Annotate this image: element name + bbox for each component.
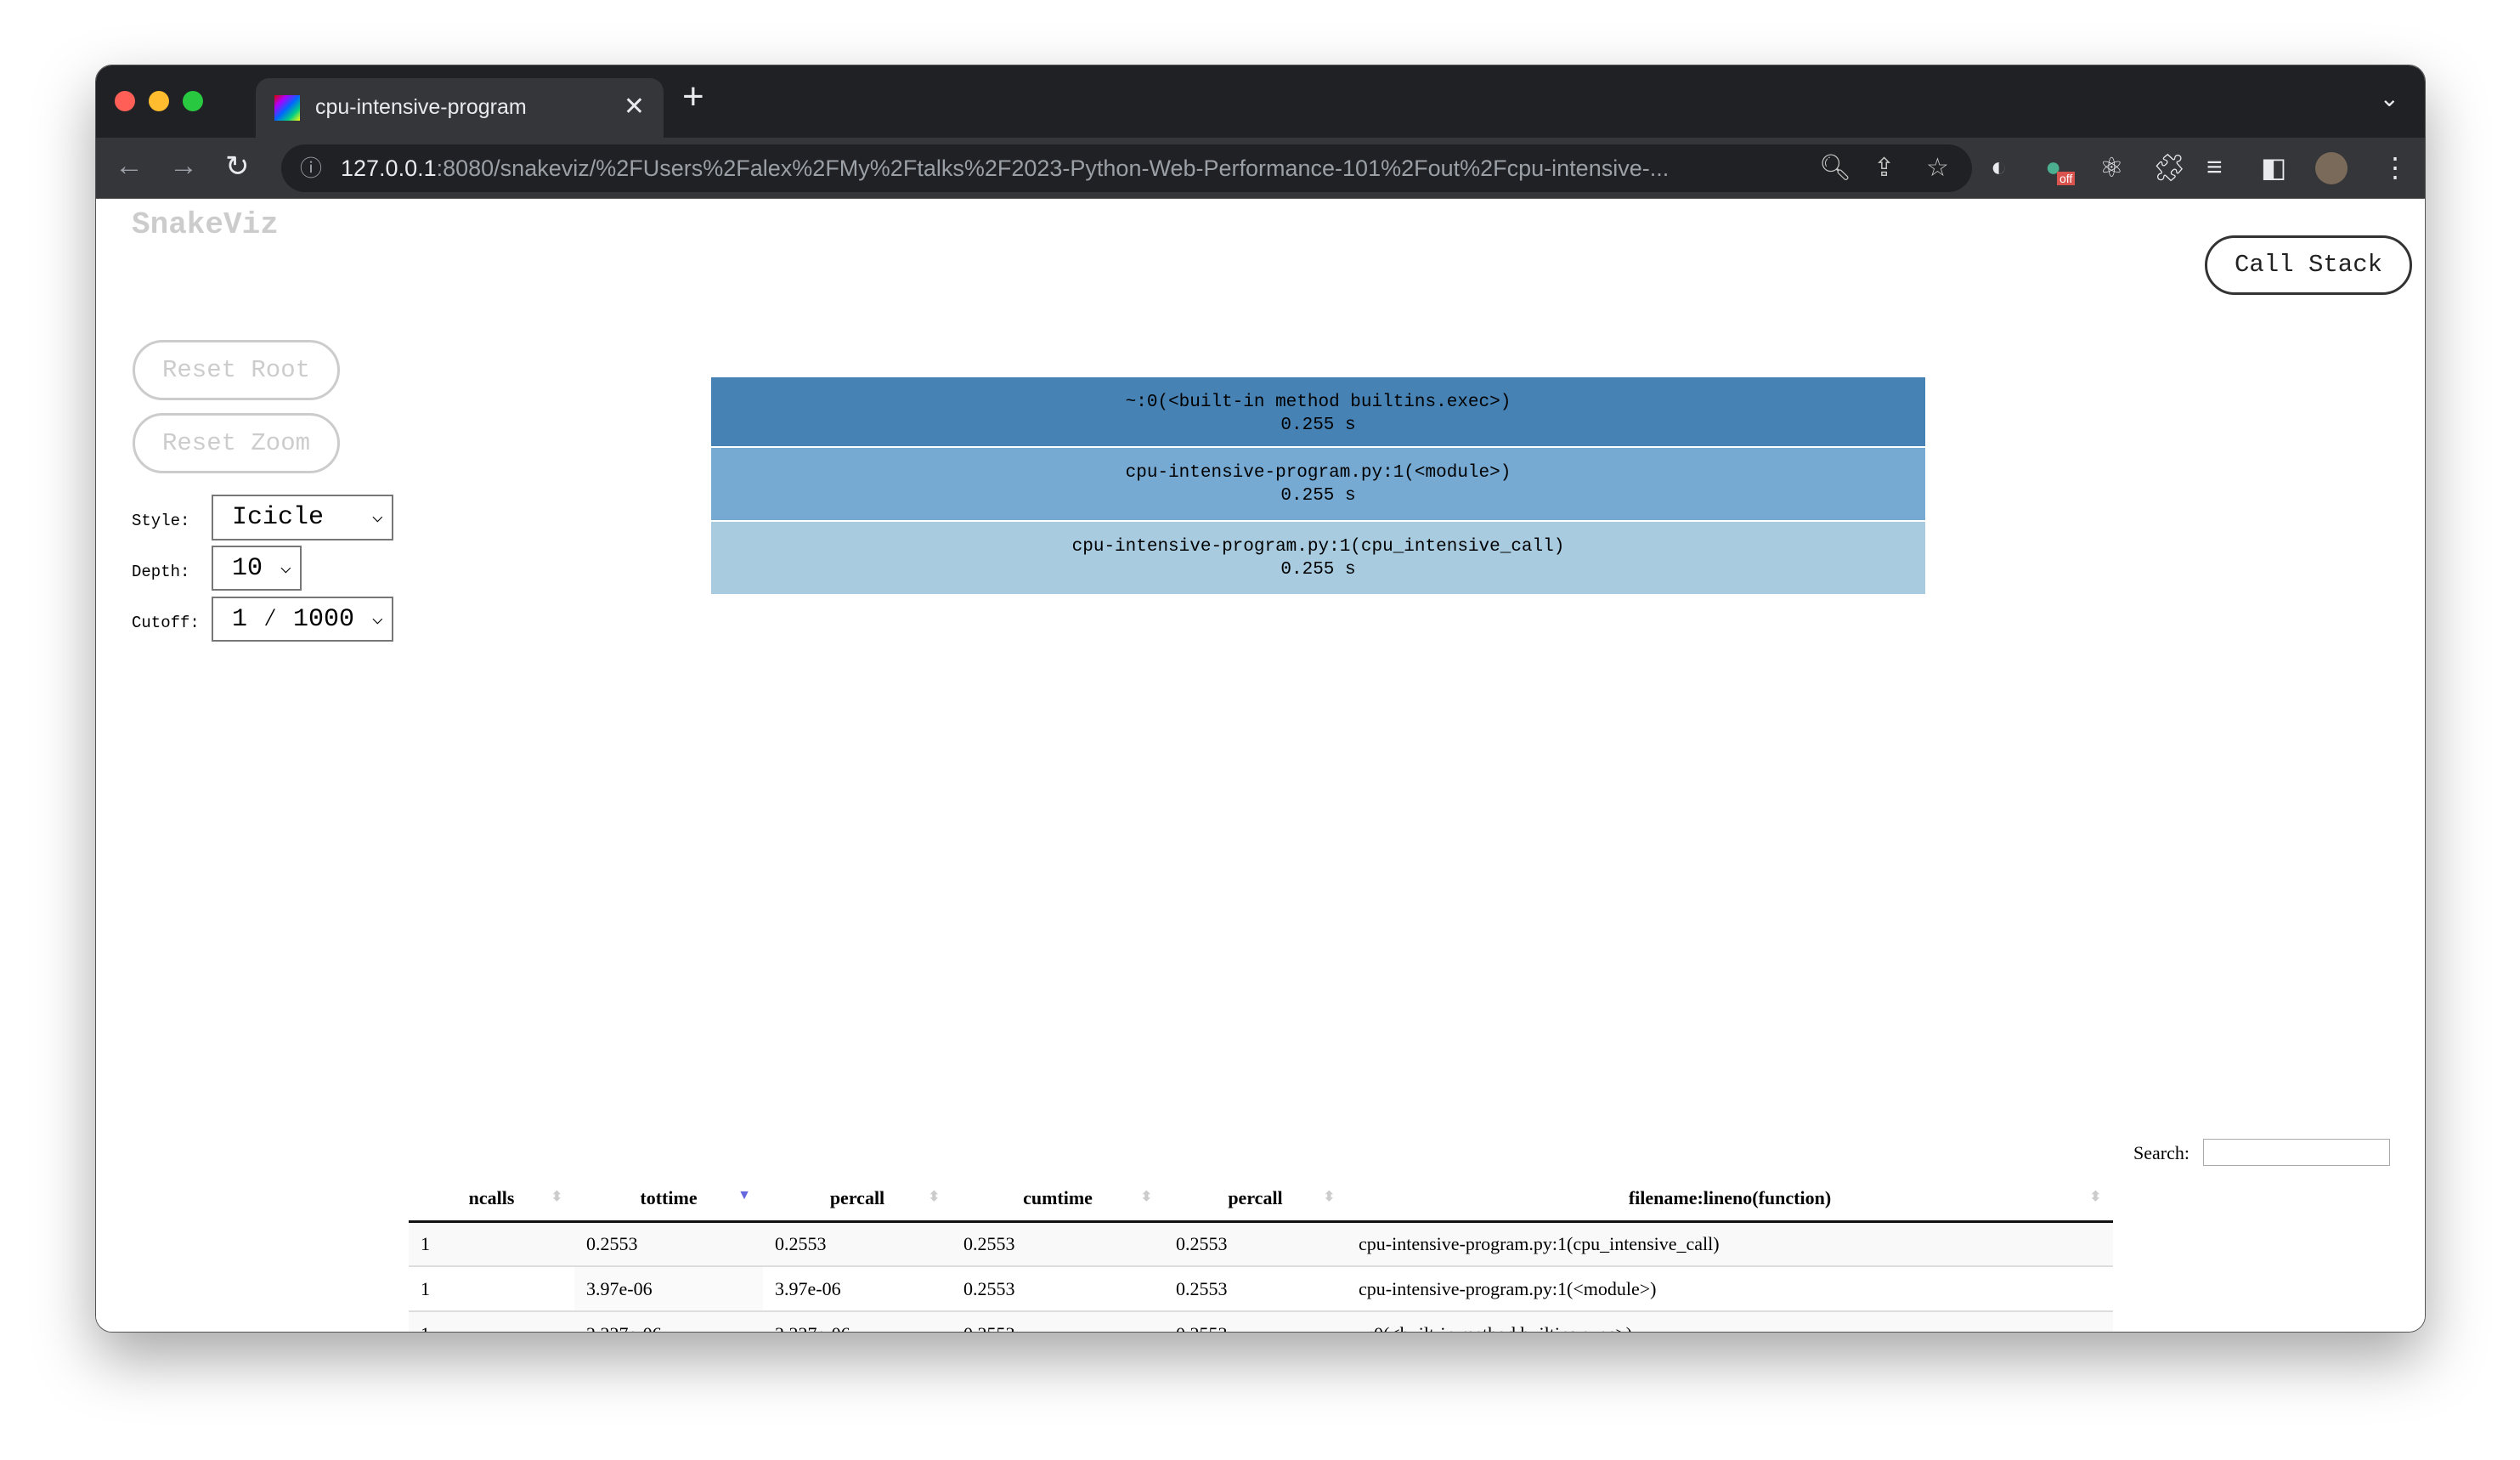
url-path: :8080/snakeviz/%2FUsers%2Falex%2FMy%2Fta… bbox=[436, 156, 1670, 181]
depth-select[interactable]: 10 ⌵ bbox=[212, 546, 302, 591]
side-panel-icon[interactable]: ◧ bbox=[2261, 151, 2286, 184]
sort-icon: ⬍ bbox=[2089, 1190, 2101, 1204]
cutoff-label: Cutoff: bbox=[132, 614, 200, 632]
tab-search-chevron-icon[interactable]: ⌄ bbox=[2380, 84, 2399, 112]
icicle-block-time: 0.255 s bbox=[1280, 560, 1356, 580]
minimize-window-button[interactable] bbox=[149, 91, 169, 111]
header-label: ncalls bbox=[468, 1186, 515, 1208]
close-window-button[interactable] bbox=[115, 91, 135, 111]
table-cell: cpu-intensive-program.py:1(cpu_intensive… bbox=[1347, 1221, 2113, 1267]
stats-table: ncalls ⬍ tottime ▼ percall ⬍ cumtime ⬍ percall ⬍ f… bbox=[409, 1176, 2113, 1332]
icicle-block-time: 0.255 s bbox=[1280, 486, 1356, 506]
new-tab-icon[interactable]: + bbox=[682, 76, 704, 118]
table-cell: ~:0(<built-in method builtins.exec>) bbox=[1347, 1311, 2113, 1332]
header-label: percall bbox=[1228, 1186, 1283, 1208]
table-cell: cpu-intensive-program.py:1(<module>) bbox=[1347, 1266, 2113, 1312]
search-input[interactable] bbox=[2203, 1139, 2390, 1166]
header-label: cumtime bbox=[1023, 1186, 1093, 1208]
bookmark-star-icon[interactable]: ☆ bbox=[1926, 144, 1949, 192]
table-cell: 1 bbox=[409, 1311, 574, 1332]
share-icon[interactable]: ⇪ bbox=[1873, 144, 1896, 192]
extension-icon[interactable]: ◐ bbox=[1991, 151, 2007, 183]
column-header-percall[interactable]: percall ⬍ bbox=[1164, 1176, 1347, 1223]
column-header-tottime[interactable]: tottime ▼ bbox=[574, 1176, 763, 1223]
header-label: percall bbox=[829, 1186, 885, 1208]
table-cell: 0.2553 bbox=[1164, 1266, 1347, 1312]
zoom-icon[interactable]: 🔍︎ bbox=[1819, 144, 1852, 192]
sort-icon: ⬍ bbox=[1323, 1190, 1335, 1204]
icicle-block-time: 0.255 s bbox=[1280, 416, 1356, 435]
header-label: tottime bbox=[640, 1186, 698, 1208]
snakeviz-page: SnakeViz Reset Root Reset Zoom Style: Ic… bbox=[96, 199, 2425, 1332]
profile-avatar[interactable] bbox=[2315, 152, 2348, 184]
style-label: Style: bbox=[132, 512, 190, 530]
table-cell: 0.2553 bbox=[574, 1221, 763, 1267]
reading-list-icon[interactable]: ≡ bbox=[2206, 151, 2223, 183]
icicle-block-name: cpu-intensive-program.py:1(<module>) bbox=[1125, 463, 1511, 483]
sort-icon: ⬍ bbox=[551, 1190, 562, 1204]
table-cell: 1 bbox=[409, 1266, 574, 1312]
address-toolbar: ← → ↻ ⓘ 127.0.0.1:8080/snakeviz/%2FUsers… bbox=[96, 138, 2425, 199]
table-cell: 1 bbox=[409, 1221, 574, 1267]
forward-icon[interactable]: → bbox=[169, 150, 198, 183]
call-stack-button[interactable]: Call Stack bbox=[2205, 235, 2412, 295]
chevron-down-icon: ⌵ bbox=[280, 557, 291, 579]
reload-icon[interactable]: ↻ bbox=[225, 150, 250, 184]
extensions-puzzle-icon[interactable]: 🧩︎ bbox=[2152, 151, 2187, 184]
chevron-down-icon: ⌵ bbox=[371, 608, 383, 630]
icicle-block[interactable]: ~:0(<built-in method builtins.exec>) 0.25… bbox=[711, 377, 1925, 448]
reset-root-button[interactable]: Reset Root bbox=[133, 340, 340, 400]
depth-value: 10 bbox=[232, 554, 263, 583]
header-label: filename:lineno(function) bbox=[1628, 1186, 1832, 1208]
table-cell: 0.2553 bbox=[952, 1221, 1164, 1267]
table-cell: 0.2553 bbox=[1164, 1311, 1347, 1332]
reset-zoom-button[interactable]: Reset Zoom bbox=[133, 413, 340, 473]
menu-kebab-icon[interactable]: ⋮ bbox=[2382, 151, 2409, 184]
favicon-icon bbox=[274, 95, 300, 121]
cutoff-value: 1 ⁄ 1000 bbox=[232, 605, 355, 634]
icicle-block[interactable]: cpu-intensive-program.py:1(<module>) 0.25… bbox=[711, 448, 1925, 522]
chevron-down-icon: ⌵ bbox=[371, 506, 383, 528]
table-cell: 0.2553 bbox=[1164, 1221, 1347, 1267]
table-cell: 0.2553 bbox=[952, 1311, 1164, 1332]
table-row[interactable]: 1 0.2553 0.2553 0.2553 0.2553 cpu-intensive-p… bbox=[409, 1221, 2113, 1267]
table-cell: 2.227e-06 bbox=[763, 1311, 952, 1332]
table-row[interactable]: 1 3.97e-06 3.97e-06 0.2553 0.2553 cpu-intensi… bbox=[409, 1266, 2113, 1312]
icicle-block-name: ~:0(<built-in method builtins.exec>) bbox=[1125, 393, 1511, 412]
column-header-ncalls[interactable]: ncalls ⬍ bbox=[409, 1176, 574, 1223]
column-header-cumtime[interactable]: cumtime ⬍ bbox=[952, 1176, 1164, 1223]
column-header-percall[interactable]: percall ⬍ bbox=[763, 1176, 952, 1223]
url-bar[interactable]: ⓘ 127.0.0.1:8080/snakeviz/%2FUsers%2Fale… bbox=[281, 144, 1972, 192]
tab-bar: cpu-intensive-program ✕ + ⌄ bbox=[96, 65, 2425, 138]
column-header-filename-lineno-function-[interactable]: filename:lineno(function) ⬍ bbox=[1347, 1176, 2113, 1223]
close-tab-icon[interactable]: ✕ bbox=[624, 92, 645, 122]
icicle-block-name: cpu-intensive-program.py:1(cpu_intensive… bbox=[1071, 537, 1565, 557]
snakeviz-logo: SnakeViz bbox=[132, 207, 279, 242]
extension-off-icon[interactable]: ● off bbox=[2045, 151, 2076, 185]
depth-label: Depth: bbox=[132, 563, 190, 581]
table-cell: 2.227e-06 bbox=[574, 1311, 763, 1332]
site-info-icon[interactable]: ⓘ bbox=[300, 144, 322, 192]
icicle-block[interactable]: cpu-intensive-program.py:1(cpu_intensive… bbox=[711, 522, 1925, 596]
browser-window: cpu-intensive-program ✕ + ⌄ ← → ↻ ⓘ 127.… bbox=[95, 65, 2426, 1333]
sort-icon: ⬍ bbox=[1140, 1190, 1152, 1204]
table-cell: 3.97e-06 bbox=[574, 1266, 763, 1312]
style-value: Icicle bbox=[232, 503, 325, 532]
url-host: 127.0.0.1 bbox=[341, 156, 437, 181]
style-select[interactable]: Icicle ⌵ bbox=[212, 495, 393, 540]
back-icon[interactable]: ← bbox=[115, 150, 144, 183]
sort-icon: ⬍ bbox=[928, 1190, 940, 1204]
react-devtools-icon[interactable]: ⚛ bbox=[2099, 151, 2124, 184]
table-cell: 3.97e-06 bbox=[763, 1266, 952, 1312]
sort-desc-icon: ▼ bbox=[737, 1188, 751, 1203]
extension-badge: off bbox=[2057, 172, 2076, 185]
maximize-window-button[interactable] bbox=[183, 91, 203, 111]
browser-tab[interactable]: cpu-intensive-program ✕ bbox=[256, 78, 664, 138]
tab-title: cpu-intensive-program bbox=[315, 95, 527, 119]
table-row[interactable]: 12.227e-062.227e-060.25530.2553~:0(<buil… bbox=[409, 1311, 2113, 1332]
search-label: Search: bbox=[2133, 1142, 2189, 1163]
table-cell: 0.2553 bbox=[763, 1221, 952, 1267]
cutoff-select[interactable]: 1 ⁄ 1000 ⌵ bbox=[212, 597, 393, 642]
table-cell: 0.2553 bbox=[952, 1266, 1164, 1312]
